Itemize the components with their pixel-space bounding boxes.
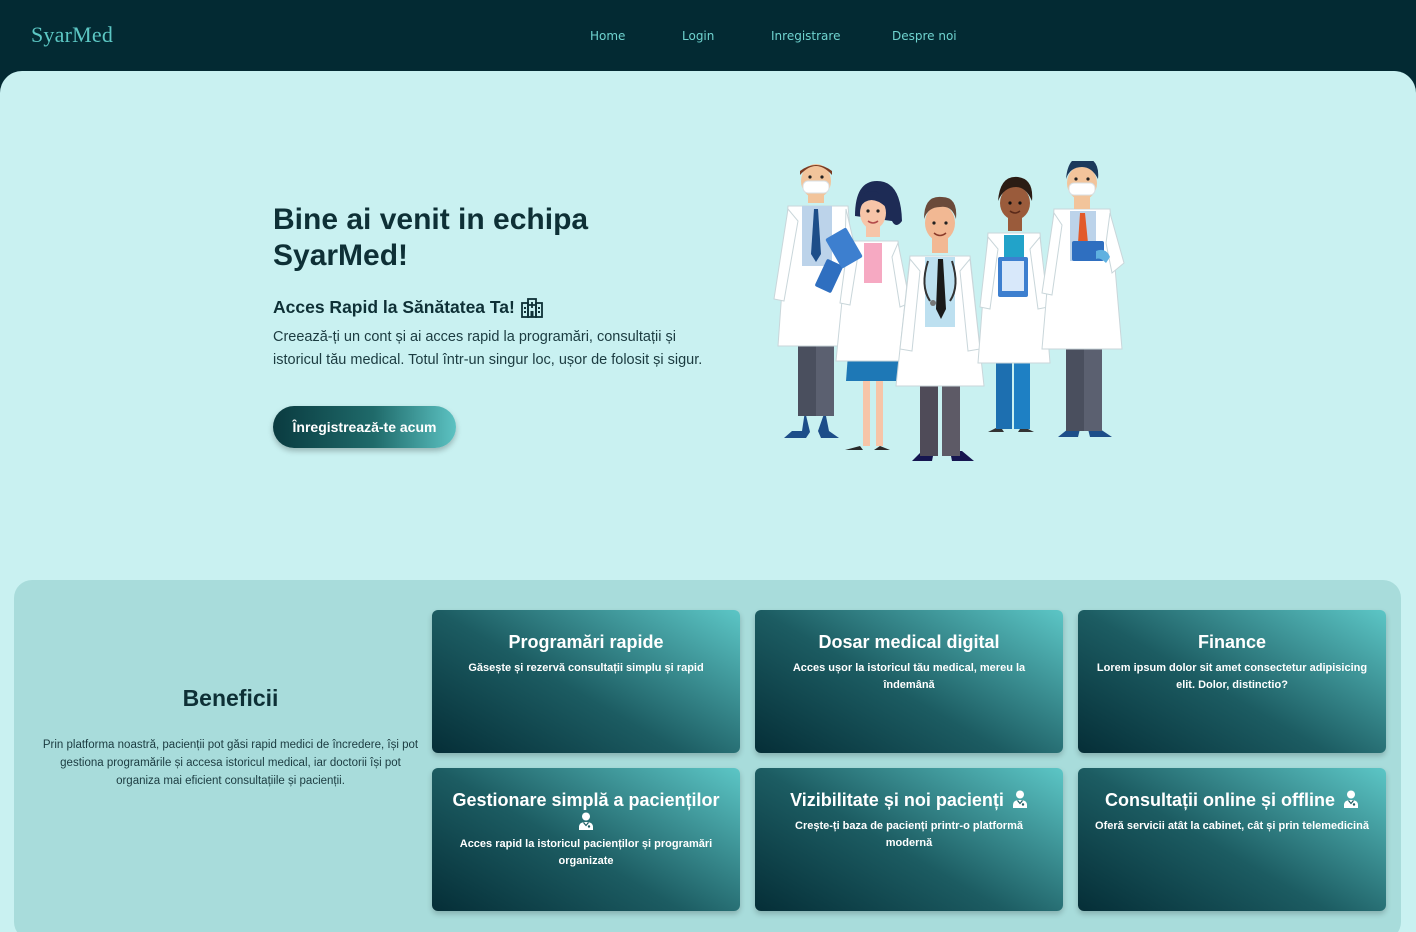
- card-text: Lorem ipsum dolor sit amet consectetur a…: [1096, 662, 1368, 691]
- benefit-card-fast-appointments[interactable]: Programări rapide Găsește și rezervă con…: [432, 610, 740, 753]
- doctor-icon: [1012, 790, 1027, 808]
- card-title: Dosar medical digital: [818, 632, 1000, 652]
- hero-description: Creează-ți un cont și ai acces rapid la …: [273, 329, 703, 368]
- benefits-section: Beneficii Prin platforma noastră, pacien…: [14, 580, 1401, 932]
- benefit-card-patient-management[interactable]: Gestionare simplă a pacienților Acces ra…: [432, 768, 740, 911]
- card-title: Consultații online și offline: [1094, 788, 1370, 812]
- benefit-card-visibility[interactable]: Vizibilitate și noi pacienți Crește-ți b…: [755, 768, 1063, 911]
- benefits-title: Beneficii: [182, 685, 279, 711]
- card-text: Oferă servicii atât la cabinet, cât și p…: [1095, 820, 1369, 832]
- nav-link-about[interactable]: Despre noi: [892, 29, 957, 43]
- card-title: Finance: [1197, 632, 1267, 652]
- nav-link-login[interactable]: Login: [682, 29, 714, 43]
- benefits-description: Prin platforma noastră, pacienții pot gă…: [42, 739, 419, 787]
- card-text: Acces rapid la istoricul pacienților și …: [459, 838, 713, 867]
- card-title: Programări rapide: [508, 632, 664, 652]
- benefit-card-finance[interactable]: Finance Lorem ipsum dolor sit amet conse…: [1078, 610, 1386, 753]
- doctor-figure-4: [977, 176, 1051, 432]
- card-title-text: Gestionare simplă a pacienților: [452, 790, 720, 810]
- card-title: Vizibilitate și noi pacienți: [771, 788, 1047, 812]
- card-text: Găsește și rezervă consultații simplu și…: [468, 662, 704, 674]
- benefit-card-online-offline[interactable]: Consultații online și offline Oferă serv…: [1078, 768, 1386, 911]
- hero-subtitle-text: Acces Rapid la Sănătatea Ta!: [273, 297, 515, 317]
- register-now-button[interactable]: Înregistrează-te acum: [273, 406, 456, 448]
- card-title-text: Vizibilitate și noi pacienți: [790, 790, 1004, 810]
- top-navbar: SyarMed Home Login Inregistrare Despre n…: [0, 0, 1416, 72]
- nav-link-register[interactable]: Inregistrare: [771, 29, 840, 43]
- card-title-text: Consultații online și offline: [1104, 790, 1335, 810]
- benefit-card-digital-record[interactable]: Dosar medical digital Acces ușor la isto…: [755, 610, 1063, 753]
- doctor-figure-3: [895, 196, 985, 461]
- hero-subtitle: Acces Rapid la Sănătatea Ta!: [273, 297, 543, 318]
- nav-link-home[interactable]: Home: [590, 29, 625, 43]
- doctors-team-illustration: [773, 161, 1125, 461]
- doctor-figure-5: [1041, 161, 1125, 437]
- doctor-icon: [579, 812, 593, 830]
- main-content: Bine ai venit in echipa SyarMed! Acces R…: [0, 71, 1416, 932]
- card-text: Acces ușor la istoricul tău medical, mer…: [792, 662, 1026, 691]
- hero-title: Bine ai venit in echipa SyarMed!: [273, 203, 589, 272]
- card-title: Gestionare simplă a pacienților: [448, 788, 724, 830]
- doctor-icon: [1344, 790, 1359, 808]
- logo[interactable]: SyarMed: [31, 22, 113, 48]
- hospital-icon: [520, 297, 543, 318]
- card-text: Crește-ți baza de pacienți printr-o plat…: [795, 820, 1023, 849]
